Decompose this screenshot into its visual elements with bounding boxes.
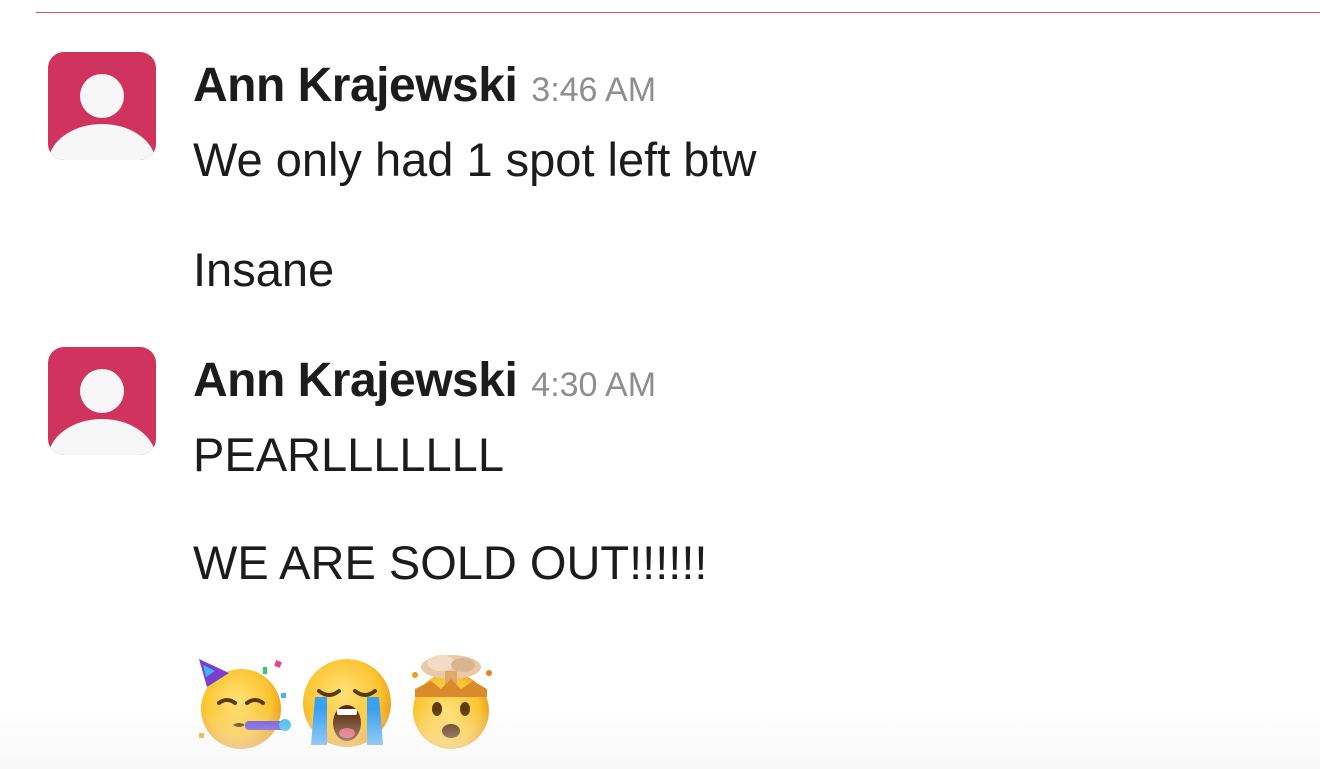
author-name[interactable]: Ann Krajewski: [193, 56, 518, 116]
loudly-crying-face-emoji: [303, 659, 391, 747]
emoji-row: [193, 653, 501, 753]
message-timestamp[interactable]: 4:30 AM: [531, 366, 656, 405]
default-user-icon: [48, 74, 156, 160]
message-header: Ann Krajewski 4:30 AM: [193, 351, 656, 411]
author-name[interactable]: Ann Krajewski: [193, 351, 518, 411]
message-text: Insane: [193, 243, 335, 296]
new-messages-divider: [36, 12, 1320, 13]
default-user-icon: [48, 369, 156, 455]
partying-face-emoji: [199, 659, 291, 749]
message-header: Ann Krajewski 3:46 AM: [193, 56, 656, 116]
message-text: PEARLLLLLLL: [193, 428, 504, 481]
message-timestamp[interactable]: 3:46 AM: [531, 71, 656, 110]
avatar[interactable]: [48, 347, 156, 455]
message-text: We only had 1 spot left btw: [193, 133, 757, 186]
message-text: WE ARE SOLD OUT!!!!!!: [193, 536, 708, 589]
avatar[interactable]: [48, 52, 156, 160]
exploding-head-emoji: [412, 655, 492, 749]
